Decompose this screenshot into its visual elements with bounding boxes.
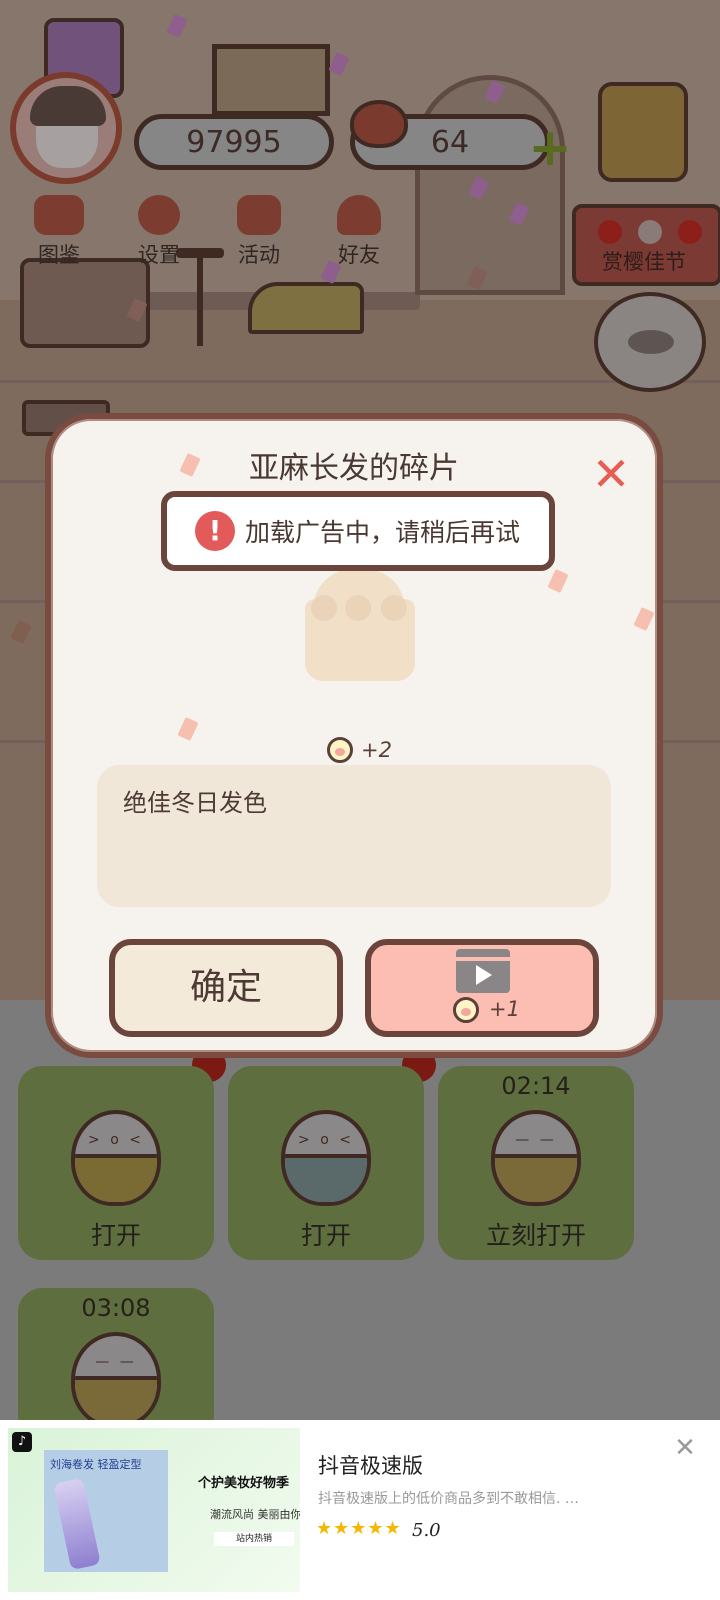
ad-image[interactable]: ♪ 刘海卷发 轻盈定型 个护美妆好物季 潮流风尚 美丽由你 站内热销 [8,1428,300,1592]
heart-count: 64 [430,124,470,160]
fragment-reward: +2 [327,737,392,763]
ad-rating: 5.0 [412,1520,441,1541]
dialog-title: 亚麻长发的碎片 [249,451,459,486]
egg-band [495,1154,577,1202]
egg-band [75,1154,157,1202]
slot-timer: 03:08 [81,1294,151,1322]
flower-icon [598,220,622,244]
menu-settings[interactable]: 设置 [114,195,204,269]
open-label: 打开 [300,1221,351,1250]
confetti-piece [633,606,655,632]
ad-title[interactable]: 抖音极速版 [318,1450,423,1480]
cabinet-decor [20,258,150,348]
ad-subslogan: 潮流风尚 美丽由你 [210,1508,300,1521]
egg-icon: — — [491,1110,581,1206]
video-play-icon [456,949,510,993]
photo-frame-decor [212,44,330,116]
slot-timer: 02:14 [501,1072,571,1100]
egg-band [75,1376,157,1420]
gift-icon [237,195,281,235]
friends-icon [337,195,381,235]
spray-can-image [53,1477,101,1571]
fragment-dialog: 亚麻长发的碎片 ✕ ! 加载广告中，请稍后再试 +2 绝佳冬日发色 确定 +1 [45,413,663,1058]
close-icon[interactable]: ✕ [591,451,631,497]
camera-icon[interactable] [598,82,688,182]
avatar-hair [30,86,106,126]
ad-reward-amount: +1 [489,997,520,1021]
egg-coin-icon [327,737,353,763]
hair-curl [345,595,371,621]
arched-door [415,75,565,295]
ad-slogan: 个护美妆好物季 [198,1476,290,1491]
egg-icon: — — [71,1332,161,1420]
fish-speech-bubble[interactable] [594,292,706,392]
ad-product-text: 刘海卷发 轻盈定型 [50,1458,142,1471]
ad-product-box: 刘海卷发 轻盈定型 [44,1450,168,1572]
egg-face: — — [95,1354,137,1370]
open-label: 打开 [90,1221,141,1250]
cat-book-icon [34,195,84,235]
reward-amount: +2 [361,738,392,762]
menu-label: 活动 [238,243,280,267]
festival-banner[interactable]: 赏樱佳节 [572,204,720,286]
gear-icon [138,195,180,235]
floor-line [0,380,720,383]
egg-icon: > o < [71,1110,161,1206]
hair-fragment-image [305,569,415,683]
hair-curl [311,595,337,621]
slide-decor [248,282,364,334]
egg-slot[interactable]: > o < 打开 [18,1066,214,1260]
player-avatar[interactable] [10,72,122,184]
ad-close-icon[interactable]: ✕ [672,1435,698,1462]
egg-face: > o < [88,1132,144,1148]
flower-icon [678,220,702,244]
menu-events[interactable]: 活动 [214,195,304,269]
flower-icon [638,220,662,244]
confirm-button[interactable]: 确定 [109,939,343,1037]
menu-friends[interactable]: 好友 [314,195,404,269]
toast-message: 加载广告中，请稍后再试 [245,518,521,547]
menu-collection[interactable]: 图鉴 [14,195,104,269]
description-box: 绝佳冬日发色 [97,765,611,907]
egg-face: > o < [298,1132,354,1148]
ad-tag: 站内热销 [214,1532,294,1546]
confetti-piece [177,716,199,742]
tiktok-logo-icon: ♪ [12,1432,32,1452]
open-now-label: 立刻打开 [485,1221,586,1250]
egg-slot[interactable]: > o < 打开 [228,1066,424,1260]
egg-icon: > o < [281,1110,371,1206]
egg-slot[interactable]: 02:14 — — 立刻打开 [438,1066,634,1260]
menu-label: 图鉴 [38,243,80,267]
ad-description: 抖音极速版上的低价商品多到不敢相信. … [318,1491,579,1507]
loading-ad-toast: ! 加载广告中，请稍后再试 [161,491,555,571]
description-text: 绝佳冬日发色 [123,789,267,817]
heart-icon [350,100,408,148]
egg-face: — — [515,1132,557,1148]
watch-ad-button[interactable]: +1 [365,939,599,1037]
menu-label: 设置 [138,243,180,267]
egg-band [285,1154,367,1202]
add-hearts-icon[interactable]: + [528,122,572,174]
egg-slot[interactable]: 03:08 — — [18,1288,214,1420]
hair-curl [381,595,407,621]
ad-banner[interactable]: ♪ 刘海卷发 轻盈定型 个护美妆好物季 潮流风尚 美丽由你 站内热销 抖音极速版… [0,1420,720,1600]
confetti-piece [547,568,569,594]
coin-counter: 97995 [134,114,334,170]
festival-label: 赏樱佳节 [602,250,686,274]
coin-count: 97995 [186,124,282,160]
warning-icon: ! [195,511,235,551]
star-rating-icon: ★★★★★ [316,1518,402,1539]
egg-coin-icon [453,997,479,1023]
